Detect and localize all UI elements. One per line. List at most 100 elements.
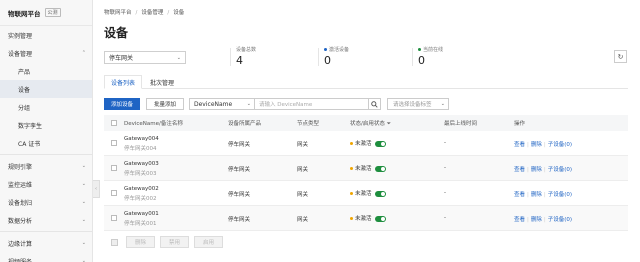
select-all-checkbox[interactable] (111, 120, 117, 126)
breadcrumb-item: 设备 (173, 10, 185, 16)
device-name: Gateway001 (124, 211, 159, 217)
footer-select-checkbox[interactable] (111, 238, 118, 246)
collapse-sidebar-handle[interactable]: ‹ (93, 180, 100, 198)
batch-enable-button[interactable]: 启用 (194, 236, 224, 248)
view-link[interactable]: 查看 (514, 217, 525, 223)
sidebar-item-6[interactable]: CA 证书 (0, 134, 92, 152)
column-header: 节点类型 (297, 121, 320, 127)
row-checkbox[interactable] (111, 165, 117, 171)
product-select-value: 停车网关 (109, 55, 134, 62)
sidebar-item-7[interactable]: 规则引擎 ⌄ (0, 157, 92, 175)
sidebar-item-label: 设备 (18, 86, 31, 94)
view-link[interactable]: 查看 (514, 142, 525, 148)
status-cell: 未激活 (350, 214, 386, 222)
last-online-time: - (444, 140, 446, 146)
product-select[interactable]: 停车网关 ⌄ (104, 51, 186, 64)
device-remark: 停车网关002 (124, 196, 157, 202)
device-tag-select[interactable]: 请选择设备标签 ⌄ (387, 98, 449, 110)
column-header: 最后上线时间 (444, 121, 478, 127)
sidebar-item-3[interactable]: 设备 (0, 80, 92, 98)
enable-toggle[interactable] (374, 190, 386, 197)
batch-delete-button[interactable]: 删除 (126, 236, 156, 248)
sidebar: 物联网平台 公测 实例管理 设备管理 ⌃ 产品 设备 分组 数字孪生 CA 证书 规则引擎 ⌄ 监控… (0, 0, 93, 262)
row-checkbox[interactable] (111, 190, 117, 196)
row-checkbox[interactable] (111, 215, 117, 221)
sidebar-item-4[interactable]: 分组 (0, 98, 92, 116)
delete-link[interactable]: 删除 (531, 217, 542, 223)
sub-devices-link[interactable]: 子设备(0) (548, 142, 572, 148)
sidebar-item-12[interactable]: 视频服务 ⌄ (0, 252, 92, 262)
add-device-button[interactable]: 添加设备 (104, 98, 140, 110)
node-type: 网关 (297, 142, 309, 148)
chevron-icon: ⌄ (81, 240, 86, 246)
sidebar-item-11[interactable]: 边缘计算 ⌄ (0, 234, 92, 252)
chevron-down-icon: ⌄ (246, 101, 251, 107)
last-online-time: - (444, 165, 446, 171)
sidebar-item-label: 规则引擎 (8, 163, 33, 171)
sidebar-item-label: 监控运维 (8, 181, 33, 189)
filter-icon[interactable]: ⏷ (387, 121, 391, 127)
sub-devices-link[interactable]: 子设备(0) (548, 192, 572, 198)
sidebar-item-0[interactable]: 实例管理 (0, 26, 92, 44)
refresh-button[interactable]: ↻ (614, 50, 627, 63)
column-header: 设备所属产品 (228, 121, 262, 127)
delete-link[interactable]: 删除 (531, 142, 542, 148)
batch-add-button[interactable]: 批量添加 (146, 98, 184, 110)
sidebar-item-9[interactable]: 设备划归 ⌄ (0, 193, 92, 211)
device-product: 停车网关 (228, 142, 251, 148)
sidebar-item-label: 数字孪生 (18, 122, 43, 130)
stat-label: 激活设备 (329, 47, 350, 53)
row-checkbox[interactable] (111, 140, 117, 146)
stat-value: 0 (324, 54, 331, 67)
sub-devices-link[interactable]: 子设备(0) (548, 217, 572, 223)
divider (230, 48, 231, 66)
stat-total-devices: 设备总数 4 (236, 46, 256, 67)
enable-toggle[interactable] (374, 215, 386, 222)
breadcrumb-item[interactable]: 物联网平台 (104, 10, 132, 16)
search-type-select[interactable]: DeviceName ⌄ (189, 98, 255, 110)
sidebar-item-2[interactable]: 产品 (0, 62, 92, 80)
search-input[interactable]: 请输入 DeviceName (255, 98, 369, 110)
sidebar-item-10[interactable]: 数据分析 ⌄ (0, 211, 92, 229)
main-content: 物联网平台 / 设备管理 / 设备 设备 停车网关 ⌄ 设备总数 4 激活设备 0 当前… (104, 0, 634, 262)
device-name: Gateway003 (124, 161, 159, 167)
sidebar-nav: 实例管理 设备管理 ⌃ 产品 设备 分组 数字孪生 CA 证书 规则引擎 ⌄ 监控运维 ⌄ 设备划归 ⌄ 数… (0, 26, 92, 262)
tab-device-list[interactable]: 设备列表 (104, 75, 143, 89)
page-title: 设备 (104, 26, 129, 40)
status-cell: 未激活 (350, 139, 386, 147)
sidebar-item-label: 边缘计算 (8, 240, 33, 248)
sidebar-item-label: 设备划归 (8, 199, 33, 207)
inactive-status-dot-icon (350, 142, 353, 145)
batch-disable-button[interactable]: 禁用 (160, 236, 190, 248)
sidebar-item-8[interactable]: 监控运维 ⌄ (0, 175, 92, 193)
sidebar-item-label: 产品 (18, 68, 31, 76)
node-type: 网关 (297, 167, 309, 173)
status-cell: 未激活 (350, 189, 386, 197)
search-button[interactable] (369, 98, 381, 110)
operations-cell: 查看 | 删除 | 子设备(0) (514, 192, 573, 198)
chevron-icon: ⌄ (81, 258, 86, 262)
delete-link[interactable]: 删除 (531, 167, 542, 173)
stat-value: 0 (418, 54, 425, 67)
sidebar-item-1[interactable]: 设备管理 ⌃ (0, 44, 92, 62)
divider (318, 48, 319, 66)
breadcrumb-item[interactable]: 设备管理 (141, 10, 163, 16)
last-online-time: - (444, 190, 446, 196)
sub-devices-link[interactable]: 子设备(0) (548, 167, 572, 173)
sidebar-item-label: 数据分析 (8, 217, 33, 225)
sidebar-item-label: CA 证书 (18, 140, 41, 148)
tab-batch-management[interactable]: 批次管理 (144, 75, 180, 89)
delete-link[interactable]: 删除 (531, 192, 542, 198)
search-type-value: DeviceName (194, 100, 233, 108)
enable-toggle[interactable] (374, 165, 386, 172)
activated-dot-icon (324, 48, 327, 51)
tab-bar: 设备列表 批次管理 (104, 75, 628, 89)
sidebar-item-label: 视频服务 (8, 258, 33, 262)
device-name-cell: Gateway001 停车网关001 (124, 211, 159, 227)
enable-toggle[interactable] (374, 140, 386, 147)
sidebar-item-5[interactable]: 数字孪生 (0, 116, 92, 134)
device-name: Gateway002 (124, 186, 159, 192)
view-link[interactable]: 查看 (514, 167, 525, 173)
sidebar-item-label: 实例管理 (8, 32, 33, 40)
view-link[interactable]: 查看 (514, 192, 525, 198)
